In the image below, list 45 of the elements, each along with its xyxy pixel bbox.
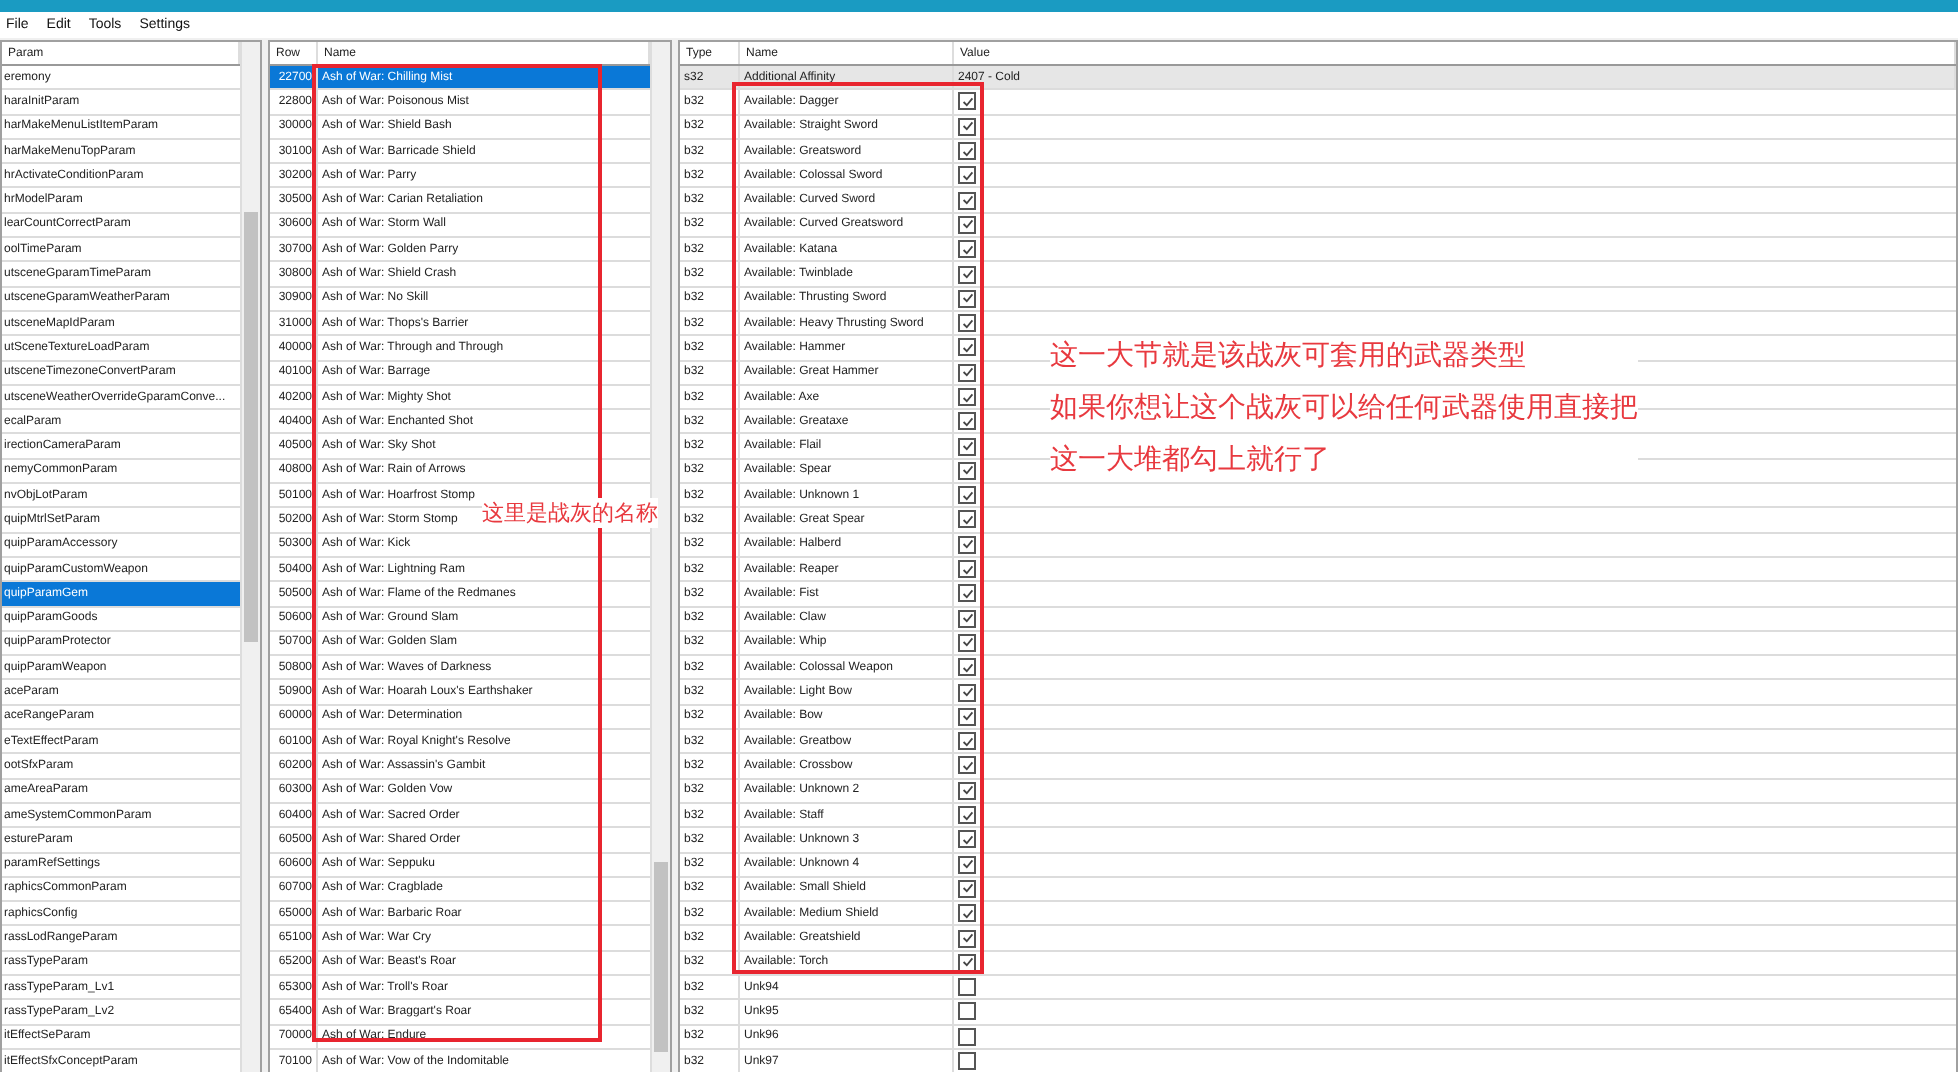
checkbox[interactable] xyxy=(958,830,976,849)
checkbox[interactable] xyxy=(958,510,976,529)
checkbox[interactable] xyxy=(958,437,976,456)
checkbox[interactable] xyxy=(958,707,976,726)
checkbox[interactable] xyxy=(958,461,976,480)
checkbox[interactable] xyxy=(958,240,976,259)
checkbox[interactable] xyxy=(958,683,976,702)
annotation-text: 这一大堆都勾上就行了 xyxy=(1050,442,1638,478)
checkbox[interactable] xyxy=(958,338,976,357)
checkbox[interactable] xyxy=(958,904,976,923)
checkbox[interactable] xyxy=(958,215,976,234)
checkbox[interactable] xyxy=(958,806,976,825)
checkbox[interactable] xyxy=(958,1002,976,1021)
checkbox[interactable] xyxy=(958,388,976,406)
annotation-text: 这一大节就是该战灰可套用的武器类型 xyxy=(1050,338,1638,374)
checkbox[interactable] xyxy=(958,289,976,308)
annotation-text: 这里是战灰的名称 xyxy=(482,498,658,528)
checkbox[interactable] xyxy=(958,756,976,775)
checkbox[interactable] xyxy=(958,166,976,185)
checkbox[interactable] xyxy=(958,92,976,111)
annotation-text: 如果你想让这个战灰可以给任何武器使用直接把 xyxy=(1050,390,1638,426)
checkbox[interactable] xyxy=(958,314,976,333)
checkbox[interactable] xyxy=(958,265,976,284)
checkbox[interactable] xyxy=(958,486,976,505)
checkbox[interactable] xyxy=(958,1052,976,1071)
checkbox[interactable] xyxy=(958,732,976,751)
checkbox[interactable] xyxy=(958,978,976,997)
checkbox[interactable] xyxy=(958,142,976,161)
checkbox[interactable] xyxy=(958,953,976,972)
checkbox[interactable] xyxy=(958,781,976,800)
checkbox[interactable] xyxy=(958,879,976,898)
checkbox[interactable] xyxy=(958,363,976,382)
checkbox[interactable] xyxy=(958,535,976,554)
checkbox[interactable] xyxy=(958,609,976,628)
checkbox[interactable] xyxy=(958,1027,976,1046)
checkbox[interactable] xyxy=(958,633,976,652)
scrollbar[interactable] xyxy=(240,42,260,1072)
checkbox[interactable] xyxy=(958,560,976,579)
checkbox[interactable] xyxy=(958,929,976,948)
checkbox[interactable] xyxy=(958,117,976,136)
checkbox[interactable] xyxy=(958,191,976,210)
checkbox[interactable] xyxy=(958,855,976,874)
checkbox[interactable] xyxy=(958,412,976,431)
checkbox[interactable] xyxy=(958,658,976,677)
checkbox[interactable] xyxy=(958,584,976,603)
